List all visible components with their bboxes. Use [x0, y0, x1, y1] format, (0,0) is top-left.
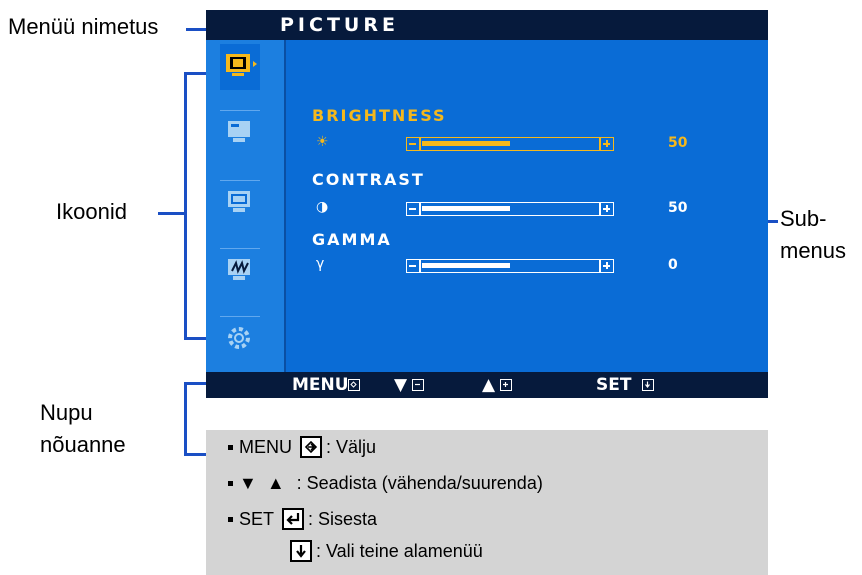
gear-icon — [228, 327, 250, 349]
picture-icon — [226, 54, 257, 76]
button-hint-bracket-bottom — [184, 453, 206, 456]
menu-name-leader — [186, 28, 208, 31]
gamma-decrease-icon[interactable] — [406, 259, 420, 273]
icons-bracket-top — [184, 72, 206, 75]
osd-menu-title: PICTURE — [280, 14, 399, 36]
help-row-menu: MENU : Välju — [228, 436, 376, 458]
bullet — [228, 516, 233, 522]
gamma-slider[interactable] — [406, 259, 614, 273]
osd-panel: PICTURE BRIGHTNESS ☀ 50 CONTRAST ◑ 50 GA… — [206, 10, 768, 398]
icons-leader-h — [158, 212, 184, 215]
help-row-set: SET : Sisesta — [228, 508, 377, 530]
icons-bracket-v — [184, 72, 187, 340]
contrast-track — [420, 202, 600, 216]
sun-icon: ☀ — [316, 134, 329, 150]
brightness-fill — [422, 141, 510, 146]
help-down-desc: : Vali teine alamenüü — [316, 540, 483, 561]
down-arrow-icon: ▼ — [394, 375, 408, 395]
contrast-slider[interactable] — [406, 202, 614, 216]
exit-icon — [348, 379, 360, 391]
help-row-down: : Vali teine alamenüü — [286, 540, 483, 562]
submenus-annotation-line2: menus — [780, 238, 847, 263]
footer-menu-label: MENU — [292, 375, 349, 395]
contrast-increase-icon[interactable] — [600, 202, 614, 216]
sidebar-item-color-tracking[interactable] — [220, 248, 260, 294]
icons-annotation: Ikoonid — [56, 199, 127, 224]
contrast-value: 50 — [668, 200, 688, 216]
button-hint-annotation-line2: nõuanne — [40, 432, 126, 457]
help-set-key: SET — [239, 508, 275, 529]
contrast-icon: ◑ — [316, 199, 329, 215]
gamma-fill — [422, 263, 510, 268]
gamma-track — [420, 259, 600, 273]
brightness-value: 50 — [668, 135, 688, 151]
button-hint-annotation-line1: Nupu — [40, 400, 93, 425]
up-arrow-icon: ▲ — [482, 375, 496, 395]
sidebar-item-pc-screen[interactable] — [220, 110, 260, 156]
osd-icon-sidebar — [206, 40, 286, 372]
color-tracking-icon — [228, 259, 250, 280]
contrast-fill — [422, 206, 510, 211]
button-hint-bracket-v — [184, 382, 187, 456]
help-set-desc: : Sisesta — [308, 508, 378, 529]
help-menu-key: MENU — [239, 436, 292, 457]
footer-set-label: SET — [596, 375, 632, 395]
help-row-adjust: ▼ ▲ : Seadista (vähenda/suurenda) — [228, 473, 543, 494]
plus-box-icon — [500, 379, 512, 391]
sidebar-item-window-position[interactable] — [220, 180, 260, 226]
help-adjust-desc: : Seadista (vähenda/suurenda) — [296, 473, 543, 493]
gamma-value: 0 — [668, 257, 678, 273]
sidebar-item-picture[interactable] — [220, 44, 260, 90]
brightness-track — [420, 137, 600, 151]
menu-name-annotation: Menüü nimetus — [8, 14, 159, 39]
enter-key-icon — [282, 508, 305, 530]
osd-title-bar: PICTURE — [206, 10, 768, 40]
submenu-brightness-label[interactable]: BRIGHTNESS — [312, 106, 447, 125]
button-help-box: MENU : Välju ▼ ▲ : Seadista (vähenda/suu… — [206, 430, 768, 575]
set-down-icon — [642, 379, 654, 391]
down-key-icon — [290, 540, 312, 562]
submenu-gamma-label[interactable]: GAMMA — [312, 230, 392, 249]
down-triangle-icon: ▼ — [239, 473, 257, 493]
bullet — [228, 481, 233, 486]
brightness-slider[interactable] — [406, 137, 614, 151]
exit-key-icon — [300, 436, 322, 458]
up-triangle-icon: ▲ — [266, 473, 285, 493]
gamma-icon: γ — [316, 256, 325, 272]
submenus-annotation-line1: Sub- — [780, 206, 827, 231]
brightness-decrease-icon[interactable] — [406, 137, 420, 151]
icons-bracket-bottom — [184, 337, 206, 340]
window-position-icon — [228, 191, 250, 212]
osd-button-hint-bar: MENU ▼ ▲ SET — [206, 372, 768, 398]
sidebar-item-settings[interactable] — [220, 316, 260, 362]
contrast-decrease-icon[interactable] — [406, 202, 420, 216]
help-menu-desc: : Välju — [326, 436, 377, 457]
pc-screen-icon — [228, 121, 250, 142]
gamma-increase-icon[interactable] — [600, 259, 614, 273]
submenu-contrast-label[interactable]: CONTRAST — [312, 170, 425, 189]
brightness-increase-icon[interactable] — [600, 137, 614, 151]
bullet — [228, 444, 233, 450]
minus-box-icon — [412, 379, 424, 391]
button-hint-bracket-top — [184, 382, 206, 385]
